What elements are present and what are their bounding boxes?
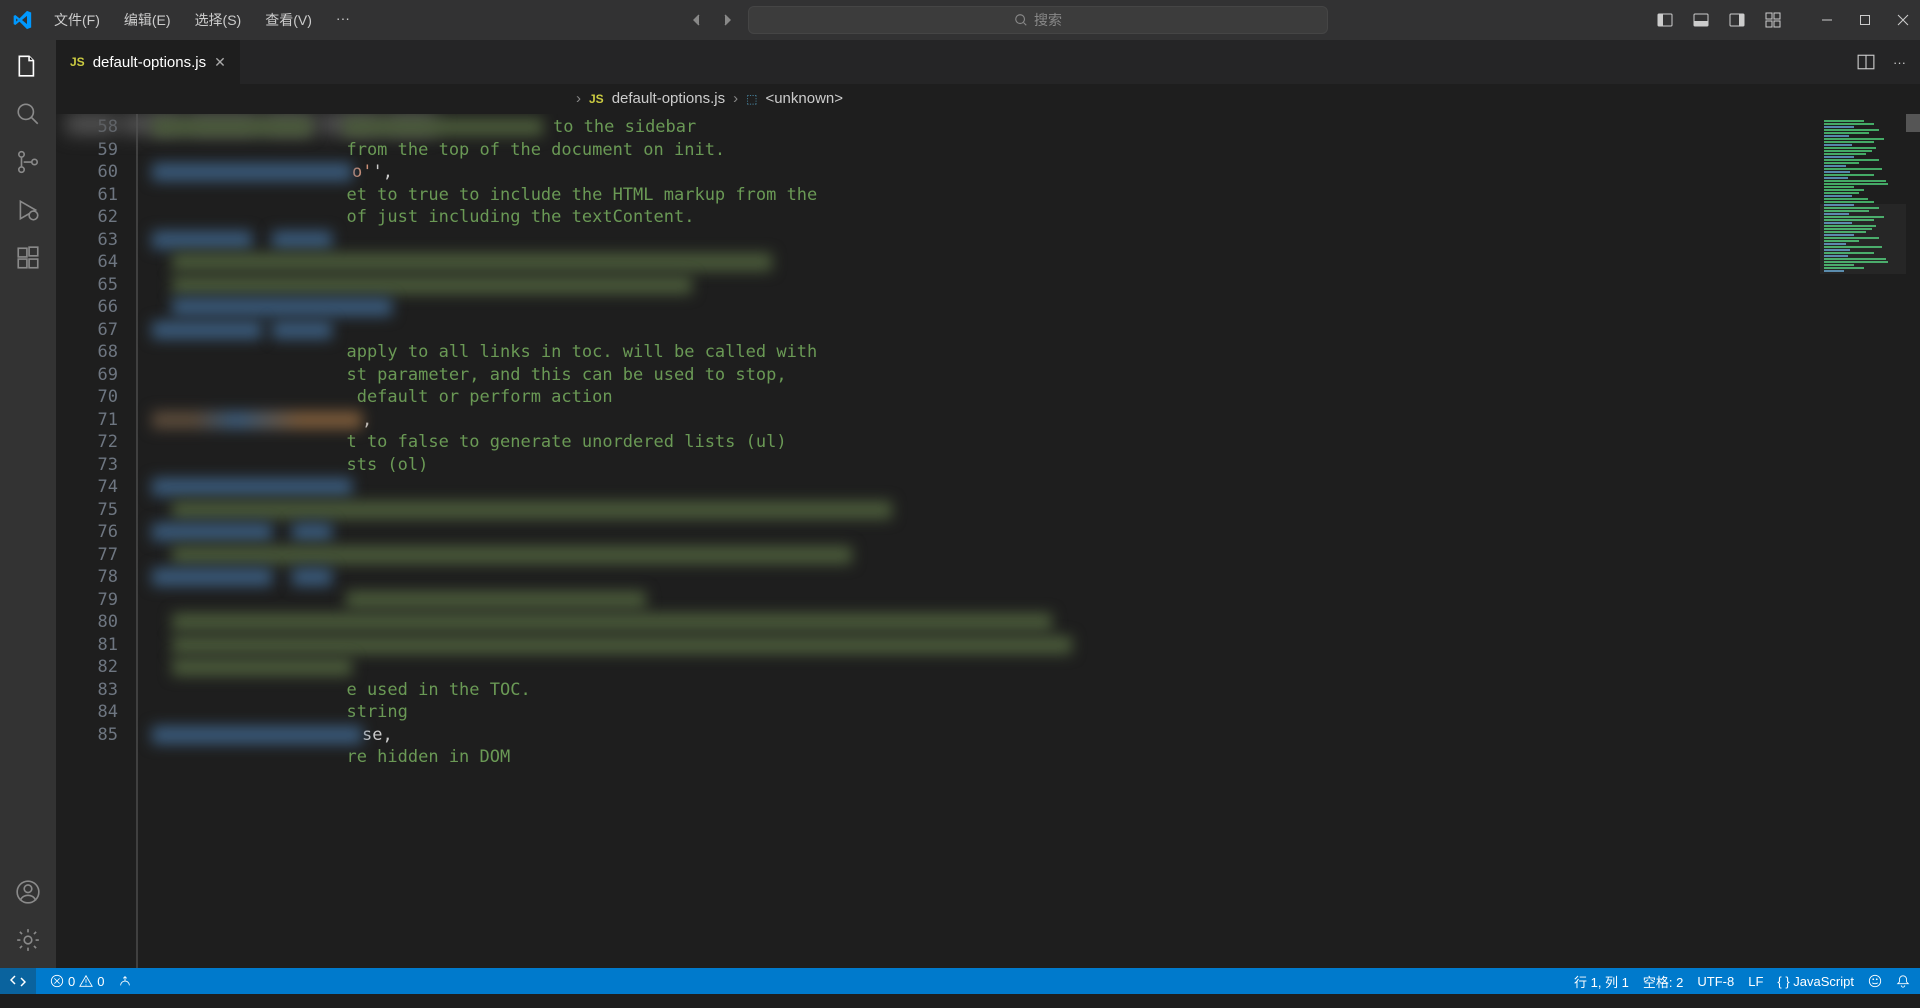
command-center-search[interactable]: 搜索 xyxy=(748,6,1328,34)
source-control-icon[interactable] xyxy=(14,148,42,176)
encoding[interactable]: UTF-8 xyxy=(1697,974,1734,989)
layout-panel-icon[interactable] xyxy=(1692,11,1710,29)
chevron-right-icon: › xyxy=(576,90,581,107)
tab-bar: JS default-options.js ✕ ··· xyxy=(56,40,1920,84)
editor-content[interactable]: to the sidebar from the top of the docum… xyxy=(138,114,1920,968)
activity-bar xyxy=(0,40,56,968)
menu-edit[interactable]: 编辑(E) xyxy=(114,6,181,34)
close-tab-icon[interactable]: ✕ xyxy=(214,54,226,71)
eol[interactable]: LF xyxy=(1748,974,1763,989)
indentation[interactable]: 空格: 2 xyxy=(1643,972,1683,991)
vscode-logo-icon xyxy=(8,6,36,34)
js-file-icon: JS xyxy=(70,55,85,69)
search-placeholder: 搜索 xyxy=(1034,10,1062,30)
settings-gear-icon[interactable] xyxy=(14,926,42,954)
js-file-icon: JS xyxy=(589,92,604,106)
menu-select[interactable]: 选择(S) xyxy=(185,6,252,34)
layout-customize-icon[interactable] xyxy=(1764,11,1782,29)
menu-file[interactable]: 文件(F) xyxy=(44,6,110,34)
run-debug-icon[interactable] xyxy=(14,196,42,224)
notifications-icon[interactable] xyxy=(1896,974,1910,988)
breadcrumb-symbol[interactable]: <unknown> xyxy=(765,90,843,107)
ports-status[interactable] xyxy=(118,974,132,988)
menu-view[interactable]: 查看(V) xyxy=(255,6,322,34)
more-actions-icon[interactable]: ··· xyxy=(1893,55,1906,70)
tab-default-options[interactable]: JS default-options.js ✕ xyxy=(56,40,241,84)
window-maximize-icon[interactable] xyxy=(1856,11,1874,29)
breadcrumb-file[interactable]: default-options.js xyxy=(612,90,725,107)
menu-overflow[interactable]: ··· xyxy=(326,6,360,34)
minimap-slider[interactable] xyxy=(1820,204,1906,274)
window-minimize-icon[interactable] xyxy=(1818,11,1836,29)
chevron-right-icon: › xyxy=(733,90,738,107)
tab-label: default-options.js xyxy=(93,54,206,71)
split-editor-icon[interactable] xyxy=(1857,53,1875,71)
menu-bar: 文件(F) 编辑(E) 选择(S) 查看(V) ··· xyxy=(44,6,360,34)
title-bar: 文件(F) 编辑(E) 选择(S) 查看(V) ··· 搜索 xyxy=(0,0,1920,40)
symbol-icon: ⬚ xyxy=(746,92,757,106)
search-icon[interactable] xyxy=(14,100,42,128)
window-close-icon[interactable] xyxy=(1894,11,1912,29)
editor-area: JS default-options.js ✕ ··· › JS default… xyxy=(56,40,1920,968)
accounts-icon[interactable] xyxy=(14,878,42,906)
scrollbar-icon[interactable] xyxy=(1906,114,1920,132)
layout-sidebar-right-icon[interactable] xyxy=(1728,11,1746,29)
nav-back-icon[interactable] xyxy=(688,11,706,29)
status-bar: 0 0 行 1, 列 1 空格: 2 UTF-8 LF { } JavaScri… xyxy=(0,968,1920,994)
breadcrumbs[interactable]: › JS default-options.js › ⬚ <unknown> xyxy=(56,84,1920,114)
language-mode[interactable]: { } JavaScript xyxy=(1777,974,1854,989)
remote-icon[interactable] xyxy=(0,968,36,994)
explorer-icon[interactable] xyxy=(14,52,42,80)
problems-status[interactable]: 0 0 xyxy=(50,974,104,989)
extensions-icon[interactable] xyxy=(14,244,42,272)
layout-sidebar-left-icon[interactable] xyxy=(1656,11,1674,29)
minimap[interactable] xyxy=(1820,114,1920,968)
cursor-position[interactable]: 行 1, 列 1 xyxy=(1574,972,1629,991)
line-gutter: 58 59 60 61 62 63 64 65 66 67 68 69 70 7… xyxy=(56,114,136,968)
feedback-icon[interactable] xyxy=(1868,974,1882,988)
nav-forward-icon[interactable] xyxy=(718,11,736,29)
